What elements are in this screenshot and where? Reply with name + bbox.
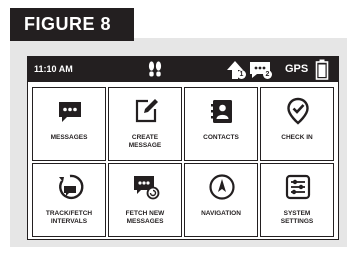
menu-grid: MESSAGES CREATE MESSAGE CONTACTS CHECK I… <box>32 87 335 237</box>
compass-icon <box>209 174 235 200</box>
contacts-tile[interactable]: CONTACTS <box>184 87 258 161</box>
chat-bubble-icon <box>59 102 81 122</box>
upload-count-badge: 1 <box>237 70 246 79</box>
tile-label: MESSAGES <box>50 134 88 141</box>
gps-label: GPS <box>285 63 309 75</box>
create-message-tile[interactable]: CREATE MESSAGE <box>108 87 182 161</box>
tile-label: CHECK IN <box>281 134 313 141</box>
tile-label: CREATE MESSAGE <box>128 134 162 149</box>
tile-label: SYSTEM SETTINGS <box>280 210 314 225</box>
tile-label: FETCH NEW MESSAGES <box>125 210 165 225</box>
contacts-book-icon <box>211 100 232 123</box>
navigation-tile[interactable]: NAVIGATION <box>184 163 258 237</box>
footprints-icon <box>148 61 162 77</box>
battery-icon <box>315 59 329 80</box>
messages-tile[interactable]: MESSAGES <box>32 87 106 161</box>
track-interval-icon <box>59 174 84 200</box>
system-settings-tile[interactable]: SYSTEM SETTINGS <box>260 163 334 237</box>
track-fetch-intervals-tile[interactable]: TRACK/FETCH INTERVALS <box>32 163 106 237</box>
settings-sliders-icon <box>285 174 311 200</box>
fetch-messages-icon <box>134 176 160 200</box>
check-in-tile[interactable]: CHECK IN <box>260 87 334 161</box>
tile-label: TRACK/FETCH INTERVALS <box>45 210 93 225</box>
figure-label: FIGURE 8 <box>10 8 134 41</box>
edit-note-icon <box>135 99 158 123</box>
message-count-badge: 2 <box>263 70 272 79</box>
device-screen: 11:10 AM 1 2 GPS MESSAGES CREATE MESSAGE… <box>27 56 339 240</box>
tile-label: CONTACTS <box>203 134 239 141</box>
status-time: 11:10 AM <box>34 64 73 74</box>
status-bar: 11:10 AM 1 2 GPS <box>28 57 338 82</box>
check-pin-icon <box>287 97 309 125</box>
tile-label: NAVIGATION <box>201 210 241 217</box>
fetch-new-messages-tile[interactable]: FETCH NEW MESSAGES <box>108 163 182 237</box>
